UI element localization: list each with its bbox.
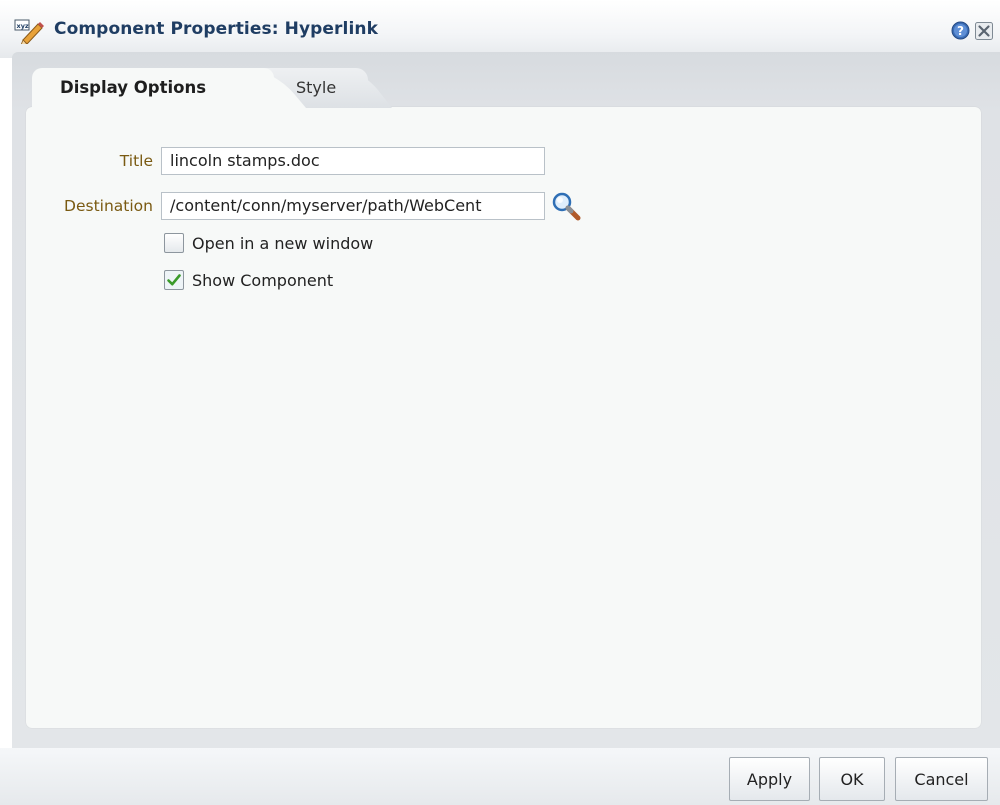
component-properties-dialog: xyz Component Properties: Hyperlink ? St… <box>0 0 1000 805</box>
svg-text:?: ? <box>957 24 964 38</box>
search-icon[interactable] <box>549 190 583 222</box>
help-icon[interactable]: ? <box>951 21 970 40</box>
open-new-window-checkbox[interactable] <box>164 233 184 253</box>
title-input[interactable]: lincoln stamps.doc <box>161 147 545 175</box>
destination-input[interactable]: /content/conn/myserver/path/WebCent <box>161 192 545 220</box>
destination-label: Destination <box>64 197 153 215</box>
dialog-titlebar: xyz Component Properties: Hyperlink ? <box>0 0 1000 58</box>
apply-button[interactable]: Apply <box>729 757 810 801</box>
cancel-button[interactable]: Cancel <box>895 757 988 801</box>
dialog-title: Component Properties: Hyperlink <box>54 19 378 39</box>
tab-display-options-label: Display Options <box>60 78 207 97</box>
show-component-label[interactable]: Show Component <box>192 271 333 290</box>
svg-text:xyz: xyz <box>17 22 29 30</box>
show-component-checkbox[interactable] <box>164 270 184 290</box>
ok-button[interactable]: OK <box>819 757 885 801</box>
checkmark-icon <box>167 274 181 286</box>
tab-display-options[interactable]: Display Options <box>32 68 274 108</box>
tab-style-label: Style <box>296 78 337 97</box>
edit-pencil-icon: xyz <box>14 19 44 44</box>
title-label: Title <box>119 152 153 170</box>
open-new-window-label[interactable]: Open in a new window <box>192 234 373 253</box>
close-icon[interactable] <box>975 22 993 40</box>
